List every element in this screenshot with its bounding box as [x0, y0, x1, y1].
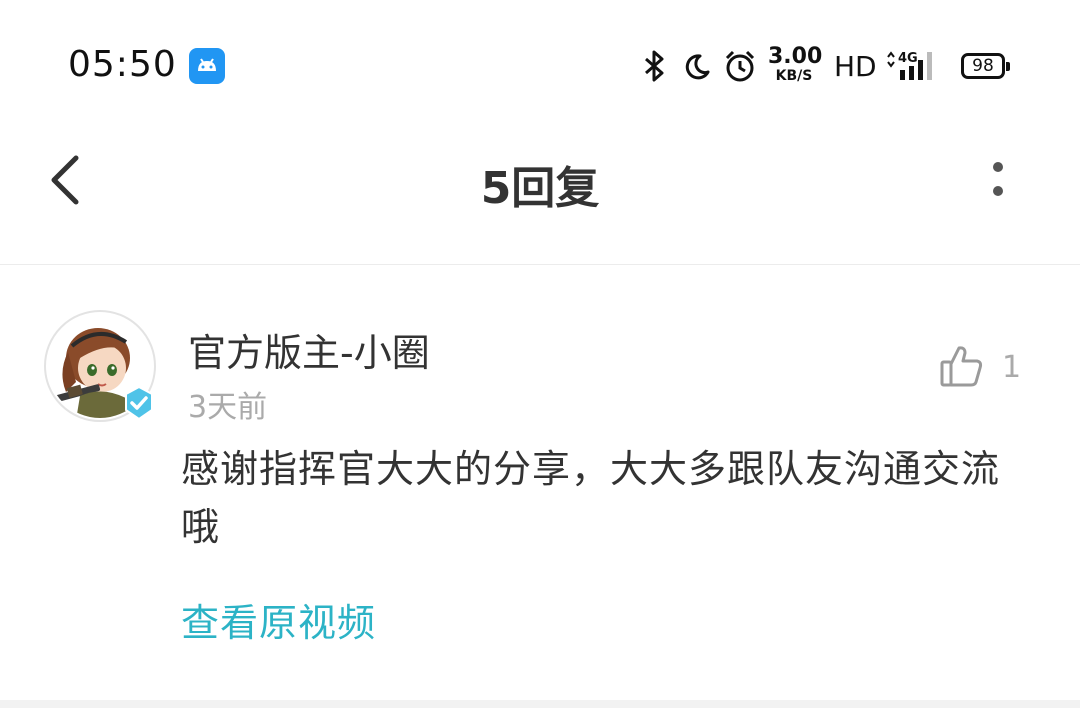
- screen: 05:50 3.00 KB/S HD 4G 98 5回复 官方版主-小圈 3天前…: [0, 0, 1080, 708]
- more-button[interactable]: [982, 158, 1014, 206]
- hd-label: HD: [834, 50, 877, 83]
- signal-icon: 4G: [887, 51, 932, 80]
- moon-icon: [685, 54, 710, 80]
- net-speed-unit: KB/S: [775, 68, 813, 84]
- page-title: 5回复: [480, 163, 600, 214]
- status-time: 05:50: [68, 44, 177, 85]
- like-count: 1: [1002, 350, 1022, 385]
- view-original-video-link[interactable]: 查看原视频: [181, 592, 376, 647]
- battery-level: 98: [972, 56, 994, 76]
- comment-username[interactable]: 官方版主-小圈: [188, 322, 430, 377]
- comment-timestamp: 3天前: [188, 390, 268, 425]
- comment-item: 官方版主-小圈 3天前 1 感谢指挥官大大的分享，大大多跟队友沟通交流哦 查看原…: [0, 264, 1080, 700]
- avatar[interactable]: [44, 310, 156, 422]
- svg-text:4G: 4G: [898, 51, 918, 66]
- more-vertical-icon: [993, 162, 1003, 172]
- verified-badge-icon: [125, 386, 153, 420]
- comment-text: 感谢指挥官大大的分享，大大多跟队友沟通交流哦: [181, 447, 1001, 549]
- net-speed-value: 3.00: [768, 44, 823, 69]
- nav-bar: 5回复: [0, 130, 1080, 265]
- net-speed: 3.00 KB/S: [768, 44, 823, 84]
- thumbs-up-icon: [940, 346, 983, 387]
- divider: [0, 700, 1080, 708]
- battery-icon: 98: [961, 53, 1010, 79]
- like-button[interactable]: [938, 342, 986, 390]
- android-app-icon: [189, 48, 225, 84]
- bluetooth-icon: [645, 50, 664, 82]
- status-bar: 05:50 3.00 KB/S HD 4G 98: [0, 0, 1080, 130]
- alarm-icon: [725, 50, 755, 82]
